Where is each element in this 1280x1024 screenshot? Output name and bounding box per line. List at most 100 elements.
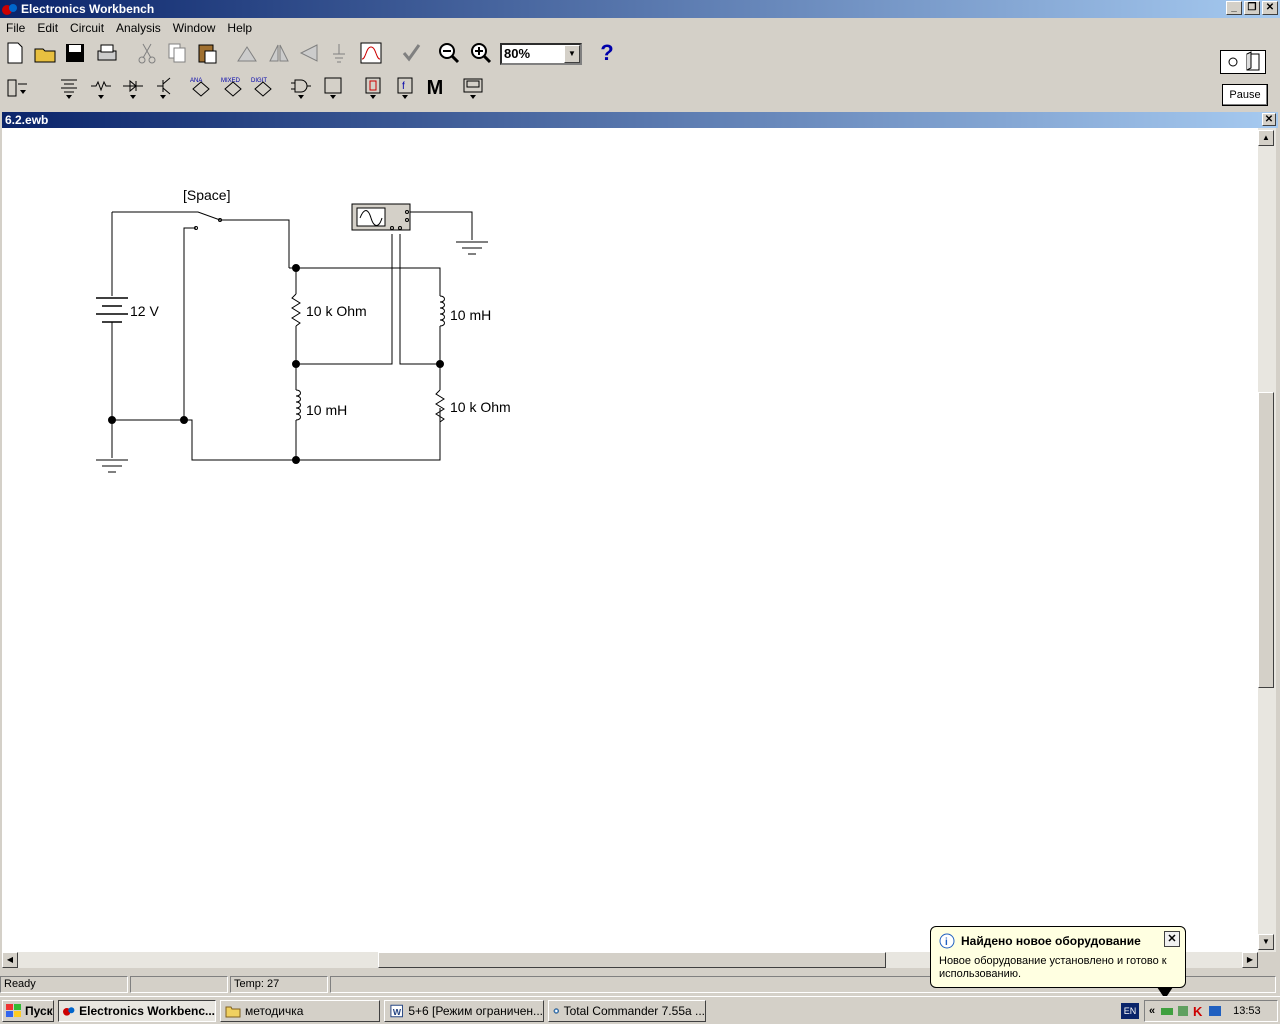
transistors-bin-icon[interactable] xyxy=(148,73,178,103)
parts-toolbar: ANA MIXED DIGIT f M xyxy=(0,73,1280,107)
scroll-down-icon[interactable]: ▼ xyxy=(1258,934,1274,950)
close-document-button[interactable]: ✕ xyxy=(1262,113,1276,126)
status-ready: Ready xyxy=(0,976,128,993)
circuit-canvas[interactable]: [Space] 12 V 10 k Ohm 10 mH 10 mH 10 k O… xyxy=(2,128,1258,952)
task-total-commander[interactable]: Total Commander 7.55a ... xyxy=(548,1000,706,1022)
oscilloscope-icon[interactable] xyxy=(351,203,411,231)
save-button[interactable] xyxy=(60,38,90,68)
help-label: ? xyxy=(600,40,614,65)
network-icon[interactable] xyxy=(1175,1004,1191,1018)
print-button[interactable] xyxy=(92,38,122,68)
instruments-bin-icon[interactable] xyxy=(458,73,488,103)
scroll-left-icon[interactable]: ◀ xyxy=(2,952,18,968)
task-folder[interactable]: методичка xyxy=(220,1000,380,1022)
l1-label: 10 mH xyxy=(450,307,491,323)
analysis-graphs-button[interactable] xyxy=(396,38,426,68)
l2-label: 10 mH xyxy=(306,402,347,418)
info-icon: i xyxy=(939,933,955,949)
start-label: Пуск xyxy=(25,1004,53,1018)
switch-label: [Space] xyxy=(183,187,230,203)
main-toolbar: 80% ▼ ? xyxy=(0,38,1280,72)
mixed-ics-bin-icon[interactable]: MIXED xyxy=(218,73,248,103)
power-switch-icon xyxy=(1228,51,1260,71)
tray-expand-button[interactable]: « xyxy=(1149,1005,1155,1017)
analog-ics-bin-icon[interactable]: ANA xyxy=(186,73,216,103)
open-file-button[interactable] xyxy=(30,38,60,68)
circuit-schematic: [Space] 12 V 10 k Ohm 10 mH 10 mH 10 k O… xyxy=(96,187,511,473)
zoom-in-icon[interactable] xyxy=(466,38,496,68)
controls-bin-icon[interactable]: f xyxy=(390,73,420,103)
cut-button[interactable] xyxy=(132,38,162,68)
pause-button[interactable]: Pause xyxy=(1222,84,1268,106)
svg-text:W: W xyxy=(393,1007,402,1017)
diodes-bin-icon[interactable] xyxy=(118,73,148,103)
minimize-button[interactable]: _ xyxy=(1226,1,1242,15)
digital-bin-icon[interactable] xyxy=(318,73,348,103)
create-subcircuit-button[interactable] xyxy=(356,38,386,68)
rotate-button[interactable] xyxy=(232,38,262,68)
start-button[interactable]: Пуск xyxy=(2,1000,54,1022)
digital-ics-bin-icon[interactable]: DIGIT xyxy=(248,73,278,103)
language-indicator[interactable]: EN xyxy=(1121,1003,1139,1019)
folder-icon xyxy=(225,1006,241,1018)
horizontal-scroll-thumb[interactable] xyxy=(378,952,886,968)
inductor-l1[interactable] xyxy=(439,295,445,327)
menu-circuit[interactable]: Circuit xyxy=(64,21,110,35)
component-properties-button[interactable] xyxy=(324,38,354,68)
new-file-button[interactable] xyxy=(0,38,30,68)
resistor-r1[interactable] xyxy=(291,293,301,327)
balloon-close-button[interactable]: ✕ xyxy=(1164,931,1180,947)
battery-icon[interactable] xyxy=(96,297,128,323)
zoom-out-icon[interactable] xyxy=(434,38,464,68)
zoom-select[interactable]: 80% ▼ xyxy=(500,43,582,65)
task-electronics-workbench[interactable]: Electronics Workbenc... xyxy=(58,1000,216,1022)
svg-text:f: f xyxy=(402,81,405,92)
close-button[interactable]: ✕ xyxy=(1262,1,1278,15)
menu-bar: File Edit Circuit Analysis Window Help xyxy=(0,18,1280,38)
vertical-scrollbar[interactable]: ▲ ▼ xyxy=(1258,128,1276,952)
paste-button[interactable] xyxy=(192,38,222,68)
menu-window[interactable]: Window xyxy=(167,21,222,35)
document-titlebar: 6.2.ewb ✕ xyxy=(2,112,1278,128)
restore-button[interactable]: ❐ xyxy=(1244,1,1260,15)
mixed-label: MIXED xyxy=(221,78,241,84)
miscellaneous-bin-icon[interactable]: M xyxy=(420,73,450,103)
basic-bin-icon[interactable] xyxy=(86,73,116,103)
copy-button[interactable] xyxy=(162,38,192,68)
status-empty xyxy=(130,976,228,993)
notification-balloon[interactable]: i Найдено новое оборудование Новое обору… xyxy=(930,926,1186,999)
indicators-bin-icon[interactable] xyxy=(358,73,388,103)
task-word[interactable]: W 5+6 [Режим ограничен... xyxy=(384,1000,544,1022)
scroll-right-icon[interactable]: ▶ xyxy=(1242,952,1258,968)
switch[interactable] xyxy=(192,208,226,232)
zoom-value: 80% xyxy=(504,46,531,61)
vertical-scroll-thumb[interactable] xyxy=(1258,392,1274,688)
chevron-down-icon[interactable]: ▼ xyxy=(564,45,580,63)
menu-file[interactable]: File xyxy=(0,21,31,35)
clock[interactable]: 13:53 xyxy=(1233,1005,1261,1017)
antivirus-icon[interactable]: K xyxy=(1191,1004,1207,1018)
inductor-l2[interactable] xyxy=(295,389,301,421)
help-button[interactable]: ? xyxy=(592,38,622,68)
favorites-bin-icon[interactable] xyxy=(2,73,32,103)
menu-analysis[interactable]: Analysis xyxy=(110,21,167,35)
app-titlebar: Electronics Workbench _ ❐ ✕ xyxy=(0,0,1280,18)
scroll-up-icon[interactable]: ▲ xyxy=(1258,130,1274,146)
menu-help[interactable]: Help xyxy=(221,21,258,35)
hardware-icon[interactable] xyxy=(1159,1004,1175,1018)
app-icon xyxy=(2,4,17,15)
task-label: Electronics Workbenc... xyxy=(79,1004,215,1018)
flip-vertical-button[interactable] xyxy=(294,38,324,68)
battery-label: 12 V xyxy=(130,303,159,319)
menu-edit[interactable]: Edit xyxy=(31,21,64,35)
logic-gates-bin-icon[interactable] xyxy=(286,73,316,103)
power-switch[interactable] xyxy=(1220,50,1266,74)
total-commander-icon xyxy=(553,1008,559,1014)
monitor-icon[interactable] xyxy=(1207,1004,1223,1018)
flip-horizontal-button[interactable] xyxy=(264,38,294,68)
misc-label: M xyxy=(426,76,444,99)
sources-bin-icon[interactable] xyxy=(54,73,84,103)
ground-right-icon xyxy=(456,241,488,255)
windows-logo-icon xyxy=(6,1004,21,1017)
ewb-icon xyxy=(63,1007,75,1016)
